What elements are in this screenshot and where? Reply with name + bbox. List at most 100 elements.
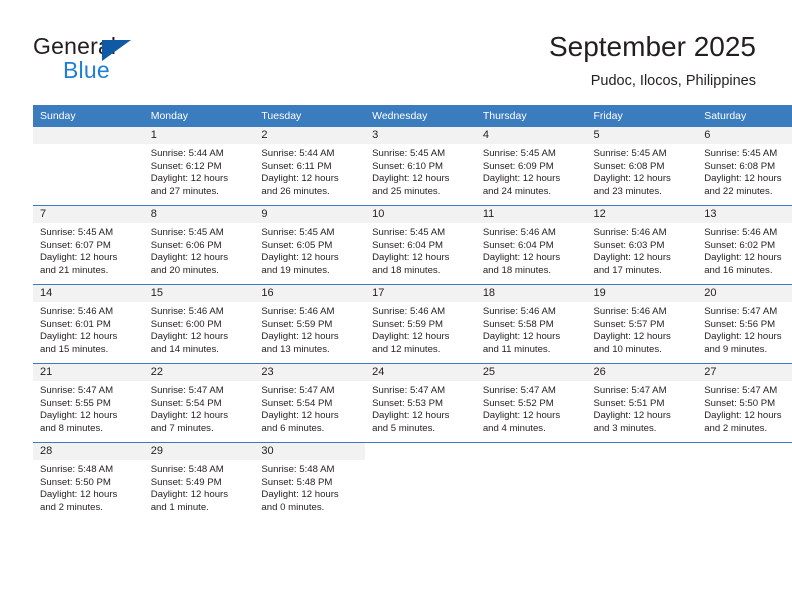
calendar-day-cell[interactable]: 22 Sunrise: 5:47 AM Sunset: 5:54 PM Dayligh… [143,363,255,443]
calendar-day-cell[interactable]: 9 Sunrise: 5:45 AM Sunset: 6:05 PM Daylight… [254,205,366,285]
day-cell-details: Sunrise: 5:46 AM Sunset: 6:01 PM Daylight:… [33,302,144,356]
calendar-day-cell[interactable]: 17 Sunrise: 5:46 AM Sunset: 5:59 PM Dayligh… [365,284,476,364]
calendar-day-cell[interactable]: 23 Sunrise: 5:47 AM Sunset: 5:54 PM Dayligh… [254,363,366,443]
calendar-day-cell[interactable]: 15 Sunrise: 5:46 AM Sunset: 6:00 PM Dayligh… [143,284,255,364]
calendar-day-cell[interactable]: 29 Sunrise: 5:48 AM Sunset: 5:49 PM Dayligh… [143,442,255,521]
calendar-day-cell[interactable]: 30 Sunrise: 5:48 AM Sunset: 5:48 PM Dayligh… [254,442,366,521]
sunset-text: Sunset: 5:54 PM [261,397,333,409]
calendar-day-cell[interactable]: 2 Sunrise: 5:44 AM Sunset: 6:11 PM Daylight… [254,127,366,206]
page-title: September 2025 [548,31,756,62]
daylight-text-line1: Daylight: 12 hours [704,331,782,343]
sunset-text: Sunset: 5:58 PM [482,318,554,330]
daylight-text-line1: Daylight: 12 hours [261,252,339,264]
daylight-text-line1: Daylight: 12 hours [261,410,339,422]
day-number: 20 [697,285,792,302]
calendar-day-cell[interactable]: 6 Sunrise: 5:45 AM Sunset: 6:08 PM Daylight… [697,127,792,206]
sunset-text: Sunset: 5:55 PM [40,397,111,409]
daylight-text-line2: and 27 minutes. [150,185,219,197]
calendar-day-cell [697,442,792,521]
day-cell-inner: 27 Sunrise: 5:47 AM Sunset: 5:50 PM Dayligh… [697,364,792,442]
day-cell-inner: 20 Sunrise: 5:47 AM Sunset: 5:56 PM Dayligh… [697,285,792,363]
calendar-day-cell[interactable]: 13 Sunrise: 5:46 AM Sunset: 6:02 PM Dayligh… [697,205,792,285]
title-block: September 2025 Pudoc, Ilocos, Philippine… [549,30,756,90]
calendar-day-cell[interactable]: 1 Sunrise: 5:44 AM Sunset: 6:12 PM Daylight… [143,127,255,206]
daylight-text-line1: Daylight: 12 hours [372,252,450,264]
day-number: 8 [143,206,255,223]
calendar-day-cell[interactable]: 25 Sunrise: 5:47 AM Sunset: 5:52 PM Dayligh… [475,363,587,443]
calendar-day-cell[interactable]: 19 Sunrise: 5:46 AM Sunset: 5:57 PM Dayligh… [586,284,698,364]
calendar-body: 1 Sunrise: 5:44 AM Sunset: 6:12 PM Daylight… [33,127,792,521]
day-number: 27 [697,364,792,381]
daylight-text-line1: Daylight: 12 hours [704,173,782,185]
day-cell-inner: 12 Sunrise: 5:46 AM Sunset: 6:03 PM Dayligh… [586,206,698,284]
calendar-day-cell[interactable]: 16 Sunrise: 5:46 AM Sunset: 5:59 PM Dayligh… [254,284,366,364]
day-cell-inner: 24 Sunrise: 5:47 AM Sunset: 5:53 PM Dayligh… [365,364,476,442]
calendar-day-cell[interactable]: 27 Sunrise: 5:47 AM Sunset: 5:50 PM Dayligh… [697,363,792,443]
day-number: 18 [475,285,587,302]
day-cell-details: Sunrise: 5:44 AM Sunset: 6:12 PM Daylight:… [144,144,255,198]
day-cell-details: Sunrise: 5:46 AM Sunset: 6:03 PM Daylight:… [587,223,698,277]
day-cell-inner: 9 Sunrise: 5:45 AM Sunset: 6:05 PM Daylight… [254,206,366,284]
calendar-day-cell[interactable]: 12 Sunrise: 5:46 AM Sunset: 6:03 PM Dayligh… [586,205,698,285]
sunset-text: Sunset: 5:50 PM [704,397,776,409]
sunset-text: Sunset: 6:07 PM [40,239,111,251]
weekday-header-thursday: Thursday [475,105,587,127]
day-cell-inner: 11 Sunrise: 5:46 AM Sunset: 6:04 PM Dayligh… [475,206,587,284]
calendar-day-cell[interactable]: 5 Sunrise: 5:45 AM Sunset: 6:08 PM Daylight… [586,127,698,206]
calendar-day-cell[interactable]: 7 Sunrise: 5:45 AM Sunset: 6:07 PM Daylight… [33,205,144,285]
day-cell-details: Sunrise: 5:45 AM Sunset: 6:06 PM Daylight:… [144,223,255,277]
calendar-day-cell[interactable]: 28 Sunrise: 5:48 AM Sunset: 5:50 PM Dayligh… [33,442,144,521]
sunrise-text: Sunrise: 5:45 AM [482,148,556,159]
calendar-week-row: 14 Sunrise: 5:46 AM Sunset: 6:01 PM Dayligh… [33,284,792,364]
day-number: 13 [697,206,792,223]
day-cell-inner: 14 Sunrise: 5:46 AM Sunset: 6:01 PM Dayligh… [33,285,144,363]
day-cell-inner: 10 Sunrise: 5:45 AM Sunset: 6:04 PM Dayligh… [365,206,476,284]
calendar-day-cell[interactable]: 4 Sunrise: 5:45 AM Sunset: 6:09 PM Daylight… [475,127,587,206]
sunset-text: Sunset: 6:08 PM [704,160,776,172]
daylight-text-line2: and 2 minutes. [40,501,103,513]
daylight-text-line1: Daylight: 12 hours [150,252,229,264]
daylight-text-line1: Daylight: 12 hours [593,410,671,422]
calendar-day-cell[interactable]: 18 Sunrise: 5:46 AM Sunset: 5:58 PM Dayligh… [475,284,587,364]
daylight-text-line2: and 3 minutes. [593,422,657,434]
daylight-text-line2: and 10 minutes. [593,343,662,355]
day-number: 25 [475,364,587,381]
daylight-text-line2: and 7 minutes. [150,422,214,434]
daylight-text-line1: Daylight: 12 hours [482,173,561,185]
day-cell-details: Sunrise: 5:47 AM Sunset: 5:53 PM Daylight:… [365,381,476,435]
sunset-text: Sunset: 6:08 PM [593,160,665,172]
calendar-day-cell[interactable]: 8 Sunrise: 5:45 AM Sunset: 6:06 PM Daylight… [143,205,255,285]
daylight-text-line2: and 14 minutes. [150,343,219,355]
calendar-day-cell[interactable]: 11 Sunrise: 5:46 AM Sunset: 6:04 PM Dayligh… [475,205,587,285]
day-cell-details: Sunrise: 5:46 AM Sunset: 6:04 PM Daylight:… [476,223,587,277]
sunset-text: Sunset: 5:51 PM [593,397,665,409]
day-cell-inner: 19 Sunrise: 5:46 AM Sunset: 5:57 PM Dayligh… [586,285,698,363]
daylight-text-line1: Daylight: 12 hours [150,331,229,343]
day-cell-details: Sunrise: 5:45 AM Sunset: 6:09 PM Daylight:… [476,144,587,198]
calendar-day-cell[interactable]: 3 Sunrise: 5:45 AM Sunset: 6:10 PM Daylight… [365,127,476,206]
daylight-text-line1: Daylight: 12 hours [261,331,339,343]
day-cell-details: Sunrise: 5:47 AM Sunset: 5:51 PM Daylight:… [587,381,698,435]
weekday-header-saturday: Saturday [697,105,792,127]
calendar-day-cell[interactable]: 14 Sunrise: 5:46 AM Sunset: 6:01 PM Dayligh… [33,284,144,364]
calendar-day-cell[interactable]: 26 Sunrise: 5:47 AM Sunset: 5:51 PM Dayligh… [586,363,698,443]
daylight-text-line1: Daylight: 12 hours [704,410,782,422]
calendar-day-cell[interactable]: 21 Sunrise: 5:47 AM Sunset: 5:55 PM Dayligh… [33,363,144,443]
general-blue-logo: General Blue [33,33,213,89]
day-number: 1 [143,127,255,144]
daylight-text-line2: and 12 minutes. [372,343,441,355]
weekday-header-monday: Monday [143,105,255,127]
day-number: 2 [254,127,366,144]
daylight-text-line1: Daylight: 12 hours [40,252,118,264]
day-cell-inner: 8 Sunrise: 5:45 AM Sunset: 6:06 PM Daylight… [143,206,255,284]
day-cell-inner: 4 Sunrise: 5:45 AM Sunset: 6:09 PM Daylight… [475,127,587,205]
day-cell-inner: 26 Sunrise: 5:47 AM Sunset: 5:51 PM Dayligh… [586,364,698,442]
day-cell-inner [33,127,144,205]
calendar-week-row: 1 Sunrise: 5:44 AM Sunset: 6:12 PM Daylight… [33,127,792,206]
calendar-day-cell[interactable]: 20 Sunrise: 5:47 AM Sunset: 5:56 PM Dayligh… [697,284,792,364]
calendar-day-cell[interactable]: 10 Sunrise: 5:45 AM Sunset: 6:04 PM Dayligh… [365,205,476,285]
daylight-text-line1: Daylight: 12 hours [372,410,450,422]
sunset-text: Sunset: 5:48 PM [261,476,333,488]
day-cell-details: Sunrise: 5:47 AM Sunset: 5:56 PM Daylight:… [697,302,792,356]
calendar-day-cell[interactable]: 24 Sunrise: 5:47 AM Sunset: 5:53 PM Dayligh… [365,363,476,443]
